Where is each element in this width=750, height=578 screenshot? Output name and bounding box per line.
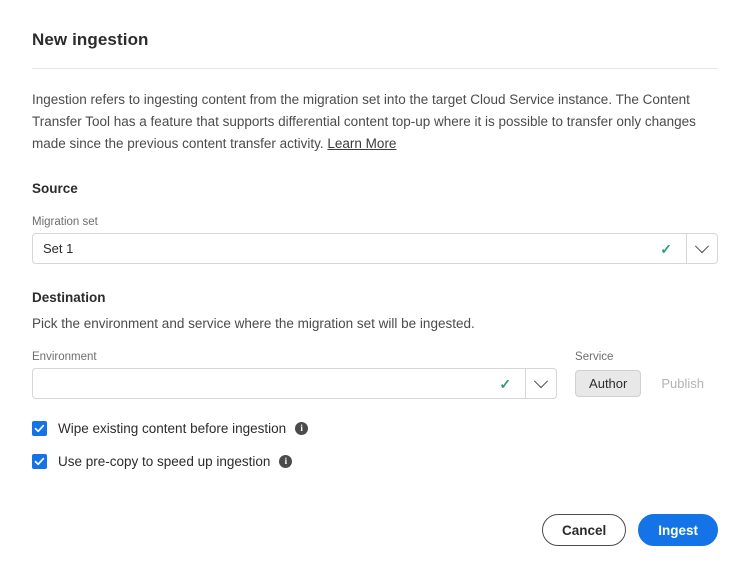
ingest-button[interactable]: Ingest	[638, 514, 718, 546]
chevron-down-icon	[533, 373, 549, 388]
source-heading: Source	[32, 181, 78, 196]
service-label: Service	[575, 351, 614, 363]
use-pre-copy-row: Use pre-copy to speed up ingestion i	[32, 436, 718, 469]
migration-set-label: Migration set	[32, 216, 98, 228]
new-ingestion-dialog: New ingestion Ingestion refers to ingest…	[0, 0, 750, 578]
environment-input[interactable]: ✓	[32, 368, 526, 399]
info-icon[interactable]: i	[295, 422, 309, 435]
migration-set-combobox[interactable]: Set 1 ✓	[32, 233, 718, 264]
intro-paragraph: Ingestion refers to ingesting content fr…	[32, 69, 718, 155]
wipe-existing-content-checkbox[interactable]	[32, 421, 47, 436]
check-icon: ✓	[499, 375, 512, 392]
environment-field: Environment ✓	[32, 351, 558, 399]
migration-set-value: Set 1	[43, 241, 74, 256]
cancel-button[interactable]: Cancel	[541, 514, 627, 546]
destination-description: Pick the environment and service where t…	[32, 316, 475, 331]
use-pre-copy-label: Use pre-copy to speed up ingestion	[58, 454, 271, 469]
check-icon: ✓	[660, 240, 672, 257]
destination-row: Environment ✓ Service Author Publish	[32, 331, 718, 399]
migration-set-dropdown-button[interactable]	[686, 233, 718, 264]
environment-combobox[interactable]: ✓	[32, 368, 558, 399]
dialog-footer: Cancel Ingest	[541, 514, 718, 546]
wipe-existing-content-label: Wipe existing content before ingestion	[58, 421, 287, 436]
service-option-publish[interactable]: Publish	[647, 370, 718, 397]
chevron-down-icon	[694, 238, 710, 253]
service-toggle-group: Author Publish	[575, 368, 718, 399]
environment-dropdown-button[interactable]	[525, 368, 558, 399]
environment-label: Environment	[32, 351, 97, 363]
learn-more-link[interactable]: Learn More	[327, 136, 396, 151]
service-option-author[interactable]: Author	[575, 370, 642, 397]
service-field: Service Author Publish	[575, 351, 718, 399]
use-pre-copy-checkbox[interactable]	[32, 454, 47, 469]
destination-heading: Destination	[32, 290, 106, 305]
wipe-existing-content-row: Wipe existing content before ingestion i	[32, 399, 718, 436]
migration-set-field: Migration set Set 1 ✓	[32, 196, 718, 264]
page-title: New ingestion	[32, 30, 149, 49]
info-icon[interactable]: i	[279, 455, 293, 468]
migration-set-input[interactable]: Set 1 ✓	[32, 233, 686, 264]
